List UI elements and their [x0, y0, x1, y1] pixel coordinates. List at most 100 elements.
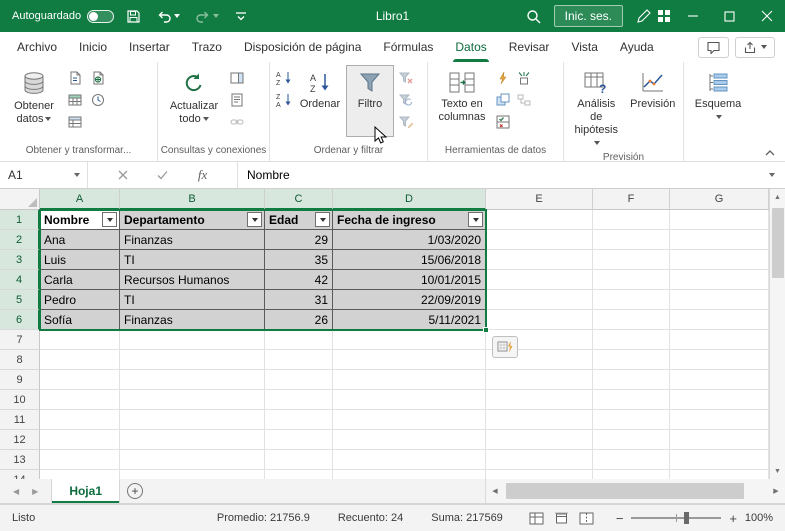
get-data-button[interactable]: Obtener datos — [5, 65, 63, 137]
column-header-A[interactable]: A — [40, 189, 120, 210]
cell-C10[interactable] — [265, 390, 333, 410]
refresh-all-button[interactable]: Actualizar todo — [163, 65, 225, 137]
cell-B5[interactable]: TI — [120, 290, 265, 310]
column-header-E[interactable]: E — [486, 189, 593, 210]
cell-C14[interactable] — [265, 470, 333, 479]
advanced-filter-button[interactable] — [396, 113, 415, 131]
cell-F1[interactable] — [593, 210, 670, 230]
cell-B1[interactable]: Departamento — [120, 210, 265, 230]
clear-filter-button[interactable] — [396, 69, 415, 87]
row-header-12[interactable]: 12 — [0, 430, 40, 450]
enter-entry-button[interactable] — [157, 170, 168, 180]
cell-A7[interactable] — [40, 330, 120, 350]
comments-button[interactable] — [698, 37, 729, 58]
select-all-button[interactable] — [0, 189, 40, 210]
sort-button[interactable]: AZ Ordenar — [296, 65, 344, 137]
column-header-C[interactable]: C — [265, 189, 333, 210]
cell-B7[interactable] — [120, 330, 265, 350]
cell-B4[interactable]: Recursos Humanos — [120, 270, 265, 290]
tab-formulas[interactable]: Fórmulas — [372, 32, 444, 62]
cancel-entry-button[interactable] — [118, 170, 128, 180]
close-button[interactable] — [748, 0, 785, 32]
cell-A5[interactable]: Pedro — [40, 290, 120, 310]
cell-E10[interactable] — [486, 390, 593, 410]
cell-B12[interactable] — [120, 430, 265, 450]
tab-trazo[interactable]: Trazo — [181, 32, 233, 62]
scroll-down-button[interactable]: ▼ — [770, 463, 785, 479]
cell-C9[interactable] — [265, 370, 333, 390]
column-header-B[interactable]: B — [120, 189, 265, 210]
forecast-sheet-button[interactable]: Previsión — [626, 65, 681, 137]
cell-G8[interactable] — [670, 350, 769, 370]
cell-G2[interactable] — [670, 230, 769, 250]
cell-B8[interactable] — [120, 350, 265, 370]
cell-G4[interactable] — [670, 270, 769, 290]
redo-button[interactable] — [192, 9, 222, 24]
ribbon-options-button[interactable] — [654, 9, 674, 23]
data-validation-button[interactable] — [493, 113, 512, 131]
reapply-filter-button[interactable] — [396, 91, 415, 109]
what-if-analysis-button[interactable]: ? Análisis de hipótesis — [569, 65, 624, 151]
cell-F8[interactable] — [593, 350, 670, 370]
cell-B14[interactable] — [120, 470, 265, 479]
prev-sheet-button[interactable]: ◀ — [13, 487, 19, 496]
row-header-11[interactable]: 11 — [0, 410, 40, 430]
row-header-3[interactable]: 3 — [0, 250, 40, 270]
cell-E9[interactable] — [486, 370, 593, 390]
cell-D8[interactable] — [333, 350, 486, 370]
row-header-14[interactable]: 14 — [0, 470, 40, 479]
cell-F5[interactable] — [593, 290, 670, 310]
cell-B11[interactable] — [120, 410, 265, 430]
cell-F14[interactable] — [593, 470, 670, 479]
scroll-left-button[interactable]: ◀ — [486, 479, 504, 503]
cell-D1[interactable]: Fecha de ingreso — [333, 210, 486, 230]
cell-E2[interactable] — [486, 230, 593, 250]
cell-A6[interactable]: Sofía — [40, 310, 120, 330]
share-button[interactable] — [735, 37, 775, 58]
sort-ascending-button[interactable]: AZ — [275, 69, 294, 87]
zoom-level[interactable]: 100% — [737, 512, 773, 524]
cell-A3[interactable]: Luis — [40, 250, 120, 270]
zoom-in-button[interactable]: + — [729, 512, 737, 525]
cell-D7[interactable] — [333, 330, 486, 350]
cell-E12[interactable] — [486, 430, 593, 450]
cell-D4[interactable]: 10/01/2015 — [333, 270, 486, 290]
status-average[interactable]: Promedio: 21756.9 — [217, 512, 310, 524]
cell-B9[interactable] — [120, 370, 265, 390]
cell-G5[interactable] — [670, 290, 769, 310]
zoom-slider-thumb[interactable] — [684, 512, 689, 524]
expand-formula-bar-button[interactable] — [759, 162, 785, 188]
cell-G14[interactable] — [670, 470, 769, 479]
cell-B2[interactable]: Finanzas — [120, 230, 265, 250]
cell-A4[interactable]: Carla — [40, 270, 120, 290]
cell-G7[interactable] — [670, 330, 769, 350]
cell-A2[interactable]: Ana — [40, 230, 120, 250]
new-sheet-button[interactable]: + — [120, 479, 150, 503]
column-header-F[interactable]: F — [593, 189, 670, 210]
cell-C5[interactable]: 31 — [265, 290, 333, 310]
maximize-button[interactable] — [711, 0, 748, 32]
cell-E5[interactable] — [486, 290, 593, 310]
cell-D6[interactable]: 5/11/2021 — [333, 310, 486, 330]
cell-G9[interactable] — [670, 370, 769, 390]
column-header-G[interactable]: G — [670, 189, 769, 210]
filter-dropdown-D1[interactable] — [468, 212, 483, 227]
search-button[interactable] — [523, 9, 544, 24]
cell-E6[interactable] — [486, 310, 593, 330]
cell-F4[interactable] — [593, 270, 670, 290]
flash-fill-button[interactable] — [493, 69, 512, 87]
cell-F3[interactable] — [593, 250, 670, 270]
scroll-right-button[interactable]: ▶ — [767, 479, 785, 503]
properties-button[interactable] — [227, 91, 246, 109]
cell-C7[interactable] — [265, 330, 333, 350]
page-break-view-button[interactable] — [579, 512, 594, 525]
cell-B13[interactable] — [120, 450, 265, 470]
formula-input[interactable]: Nombre — [238, 162, 759, 188]
insert-function-button[interactable]: fx — [198, 167, 207, 183]
consolidate-button[interactable] — [514, 69, 533, 87]
row-header-8[interactable]: 8 — [0, 350, 40, 370]
tab-vista[interactable]: Vista — [560, 32, 608, 62]
cell-E4[interactable] — [486, 270, 593, 290]
cell-D9[interactable] — [333, 370, 486, 390]
cell-D3[interactable]: 15/06/2018 — [333, 250, 486, 270]
